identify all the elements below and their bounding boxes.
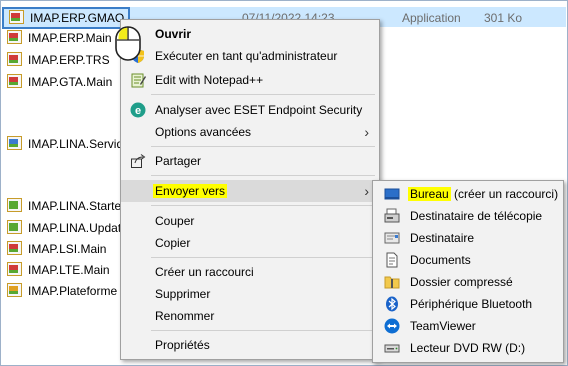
menu-item-label: Analyser avec ESET Endpoint Security bbox=[155, 103, 363, 117]
teamviewer-icon bbox=[384, 318, 400, 334]
file-name: IMAP.LTE.Main bbox=[28, 263, 110, 277]
menu-item-label: Renommer bbox=[155, 309, 215, 323]
file-item[interactable]: IMAP.LTE.Main bbox=[6, 260, 110, 280]
menu-item-label: Dossier compressé bbox=[410, 275, 513, 289]
menu-item-bluetooth[interactable]: Périphérique Bluetooth bbox=[373, 293, 563, 315]
menu-item-create-shortcut[interactable]: Créer un raccourci bbox=[121, 261, 379, 283]
menu-item-label: Périphérique Bluetooth bbox=[410, 297, 533, 311]
file-item[interactable]: IMAP.LINA.Starte bbox=[6, 196, 121, 216]
menu-item-teamviewer[interactable]: TeamViewer bbox=[373, 315, 563, 337]
menu-separator bbox=[151, 175, 375, 176]
menu-item-label: Exécuter en tant qu'administrateur bbox=[155, 49, 338, 63]
menu-separator bbox=[151, 257, 375, 258]
chevron-right-icon: › bbox=[364, 124, 369, 140]
zip-folder-icon bbox=[384, 274, 400, 290]
menu-item-mail[interactable]: Destinataire bbox=[373, 227, 563, 249]
menu-item-label: Options avancées bbox=[155, 125, 252, 139]
menu-item-label: Couper bbox=[155, 214, 195, 228]
file-name: IMAP.Plateforme bbox=[28, 284, 118, 298]
app-icon bbox=[8, 9, 24, 25]
file-item[interactable]: IMAP.ERP.Main bbox=[6, 28, 112, 48]
file-size: 301 Ko bbox=[484, 11, 523, 25]
file-item[interactable]: IMAP.LSI.Main bbox=[6, 239, 106, 259]
menu-item-eset-scan[interactable]: e Analyser avec ESET Endpoint Security bbox=[121, 99, 379, 121]
menu-item-share[interactable]: Partager bbox=[121, 150, 379, 172]
file-item[interactable]: IMAP.LINA.Servid bbox=[6, 134, 123, 154]
file-name: IMAP.LINA.Starte bbox=[28, 199, 122, 213]
menu-item-edit-notepad[interactable]: Edit with Notepad++ bbox=[121, 69, 379, 91]
chevron-right-icon: › bbox=[364, 183, 369, 199]
file-name: IMAP.LINA.Servid bbox=[28, 137, 124, 151]
menu-item-fax[interactable]: Destinataire de télécopie bbox=[373, 205, 563, 227]
menu-item-advanced-options[interactable]: Options avancées › bbox=[121, 121, 379, 143]
menu-separator bbox=[151, 94, 375, 95]
menu-separator bbox=[151, 330, 375, 331]
menu-item-label: Créer un raccourci bbox=[155, 265, 254, 279]
menu-item-rename[interactable]: Renommer bbox=[121, 305, 379, 327]
menu-item-documents[interactable]: Documents bbox=[373, 249, 563, 271]
menu-item-desktop[interactable]: Bureau (créer un raccourci) bbox=[373, 183, 563, 205]
menu-item-dvd[interactable]: Lecteur DVD RW (D:) bbox=[373, 337, 563, 359]
file-item[interactable]: IMAP.ERP.TRS bbox=[6, 50, 110, 70]
svg-text:e: e bbox=[135, 105, 141, 117]
document-icon bbox=[384, 252, 400, 268]
menu-item-label-suffix: (créer un raccourci) bbox=[450, 187, 559, 201]
file-name: IMAP.ERP.GMAO bbox=[30, 11, 125, 25]
menu-item-cut[interactable]: Couper bbox=[121, 210, 379, 232]
menu-separator bbox=[151, 205, 375, 206]
file-item[interactable]: IMAP.GTA.Main bbox=[6, 72, 112, 92]
app-icon bbox=[6, 29, 22, 45]
app-icon bbox=[6, 73, 22, 89]
menu-item-properties[interactable]: Propriétés bbox=[121, 334, 379, 356]
menu-item-label: Envoyer vers bbox=[153, 184, 228, 198]
menu-item-send-to[interactable]: Envoyer vers › bbox=[121, 180, 379, 202]
menu-item-zip[interactable]: Dossier compressé bbox=[373, 271, 563, 293]
file-item[interactable]: IMAP.LINA.Updat bbox=[6, 218, 121, 238]
file-item[interactable]: IMAP.Plateforme bbox=[6, 281, 117, 301]
fax-icon bbox=[384, 208, 400, 224]
mail-icon bbox=[384, 230, 400, 246]
menu-item-label: Partager bbox=[155, 154, 202, 168]
menu-item-label: Propriétés bbox=[155, 338, 210, 352]
mouse-icon bbox=[114, 25, 144, 63]
dvd-drive-icon bbox=[384, 340, 400, 356]
app-icon bbox=[6, 261, 22, 277]
app-icon bbox=[6, 197, 22, 213]
menu-item-run-as-admin[interactable]: Exécuter en tant qu'administrateur bbox=[121, 45, 379, 67]
file-name: IMAP.LINA.Updat bbox=[28, 221, 122, 235]
bluetooth-icon bbox=[384, 296, 400, 312]
desktop-icon bbox=[384, 186, 400, 202]
menu-item-label: Destinataire bbox=[410, 231, 475, 245]
file-type: Application bbox=[402, 11, 461, 25]
file-name: IMAP.GTA.Main bbox=[28, 75, 113, 89]
menu-item-label: Edit with Notepad++ bbox=[155, 73, 264, 87]
notepad-plus-plus-icon bbox=[130, 72, 146, 88]
menu-separator bbox=[151, 146, 375, 147]
eset-icon: e bbox=[130, 102, 146, 118]
app-icon bbox=[6, 219, 22, 235]
app-icon bbox=[6, 51, 22, 67]
menu-item-label: Documents bbox=[410, 253, 471, 267]
menu-item-delete[interactable]: Supprimer bbox=[121, 283, 379, 305]
context-menu: Ouvrir Exécuter en tant qu'administrateu… bbox=[120, 19, 380, 360]
menu-item-label: TeamViewer bbox=[410, 319, 476, 333]
app-icon bbox=[6, 282, 22, 298]
menu-item-label: Lecteur DVD RW (D:) bbox=[410, 341, 526, 355]
app-icon bbox=[6, 135, 22, 151]
menu-item-label: Supprimer bbox=[155, 287, 211, 301]
file-name: IMAP.ERP.Main bbox=[28, 31, 112, 45]
menu-item-label: Ouvrir bbox=[155, 27, 192, 41]
send-to-submenu: Bureau (créer un raccourci) Destinataire… bbox=[372, 180, 564, 363]
menu-item-label: Copier bbox=[155, 236, 191, 250]
file-name: IMAP.ERP.TRS bbox=[28, 53, 110, 67]
app-icon bbox=[6, 240, 22, 256]
file-name: IMAP.LSI.Main bbox=[28, 242, 107, 256]
menu-item-label: Bureau bbox=[408, 187, 451, 201]
menu-item-copy[interactable]: Copier bbox=[121, 232, 379, 254]
menu-item-label: Destinataire de télécopie bbox=[410, 209, 543, 223]
share-icon bbox=[130, 153, 146, 169]
file-item-gmao[interactable]: IMAP.ERP.GMAO bbox=[2, 7, 131, 29]
menu-item-open[interactable]: Ouvrir bbox=[121, 23, 379, 45]
